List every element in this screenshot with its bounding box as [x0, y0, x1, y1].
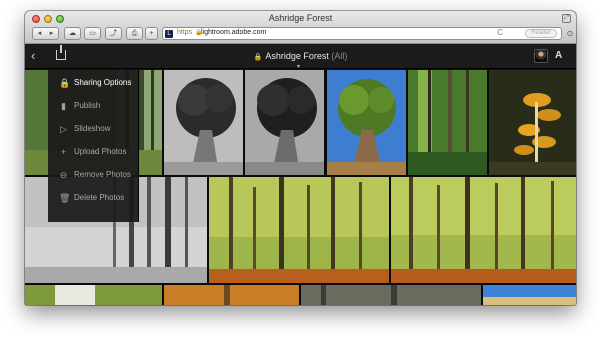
avatar[interactable] — [534, 49, 548, 63]
cloud-icon: ☁ — [69, 30, 76, 37]
document-icon: ▮ — [61, 101, 66, 111]
album-filter: (All) — [331, 51, 348, 61]
reader-button[interactable]: Reader — [525, 29, 557, 38]
address-bar[interactable]: L https 🔒 lightroom.adobe.com C Reader — [162, 27, 562, 40]
photo-thumbnail[interactable] — [25, 285, 162, 305]
album-title[interactable]: 🔒 Ashridge Forest (All) — [25, 51, 576, 61]
photo-thumbnail[interactable] — [391, 177, 576, 283]
photo-thumbnail[interactable] — [164, 70, 243, 175]
fullscreen-icon[interactable]: ⤢ — [562, 14, 571, 23]
menu-item-label: Slideshow — [74, 124, 111, 133]
photo-thumbnail[interactable] — [327, 70, 406, 175]
window-title: Ashridge Forest — [268, 13, 333, 23]
photo-thumbnail[interactable] — [301, 285, 481, 305]
menu-item-label: Sharing Options — [74, 78, 132, 87]
app-header: ‹ 🔒 Ashridge Forest (All) ▾ A — [25, 44, 576, 70]
reload-icon[interactable]: C — [497, 28, 503, 37]
safari-toolbar: Ashridge Forest ⤢ ◂ ▸ ☁ ▭ ⤴ ⎙ + L https 🔒… — [25, 11, 576, 44]
sidebar-icon: ▭ — [89, 30, 96, 37]
lock-icon: 🔒 — [59, 78, 71, 88]
photo-thumbnail[interactable] — [164, 285, 299, 305]
photo-thumbnail[interactable] — [209, 177, 389, 283]
play-icon: ▷ — [60, 124, 67, 134]
url-host: lightroom.adobe.com — [201, 29, 267, 36]
menu-item-label: Publish — [74, 101, 101, 110]
add-bookmark-button[interactable]: + — [145, 27, 158, 40]
photo-thumbnail[interactable] — [408, 70, 487, 175]
back-forward-buttons: ◂ ▸ — [32, 27, 59, 40]
print-button[interactable]: ⎙ — [126, 27, 143, 40]
downloads-icon[interactable]: ⊙ — [565, 27, 575, 40]
sharing-menu: 🔒 Sharing Options ▮ Publish ▷ Slideshow … — [48, 70, 139, 222]
album-name: Ashridge Forest — [265, 51, 329, 61]
favicon-icon: L — [165, 30, 173, 38]
plus-icon: + — [149, 30, 154, 37]
menu-item-delete-photos[interactable]: 🗑 Delete Photos — [48, 187, 139, 209]
adobe-logo-icon[interactable]: A — [555, 50, 562, 61]
photo-thumbnail[interactable] — [245, 70, 324, 175]
menu-item-remove-photos[interactable]: ⊖ Remove Photos — [48, 164, 139, 186]
printer-icon: ⎙ — [131, 30, 138, 37]
url-scheme: https — [177, 29, 193, 36]
share-button[interactable]: ⤴ — [105, 27, 122, 40]
menu-item-label: Remove Photos — [74, 170, 131, 179]
icloud-tabs-button[interactable]: ☁ — [64, 27, 81, 40]
chevron-down-icon[interactable]: ▾ — [297, 63, 300, 70]
photo-thumbnail[interactable] — [489, 70, 576, 175]
menu-item-upload-photos[interactable]: + Upload Photos — [48, 141, 139, 163]
menu-item-slideshow[interactable]: ▷ Slideshow — [48, 118, 139, 140]
minus-circle-icon: ⊖ — [59, 170, 68, 180]
show-sidebar-button[interactable]: ▭ — [84, 27, 101, 40]
menu-item-label: Upload Photos — [74, 147, 127, 156]
photo-thumbnail[interactable] — [483, 285, 576, 305]
album-lock-icon: 🔒 — [253, 54, 263, 61]
menu-item-sharing-options[interactable]: 🔒 Sharing Options — [48, 72, 139, 94]
menu-item-publish[interactable]: ▮ Publish — [48, 95, 139, 117]
menu-item-label: Delete Photos — [74, 193, 125, 202]
trash-icon: 🗑 — [59, 193, 71, 203]
back-arrow-icon[interactable]: ◂ — [34, 28, 46, 39]
forward-arrow-icon[interactable]: ▸ — [46, 28, 58, 39]
browser-window: Ashridge Forest ⤢ ◂ ▸ ☁ ▭ ⤴ ⎙ + L https 🔒… — [25, 11, 576, 305]
plus-icon: + — [60, 147, 67, 157]
share-icon: ⤴ — [110, 30, 117, 37]
